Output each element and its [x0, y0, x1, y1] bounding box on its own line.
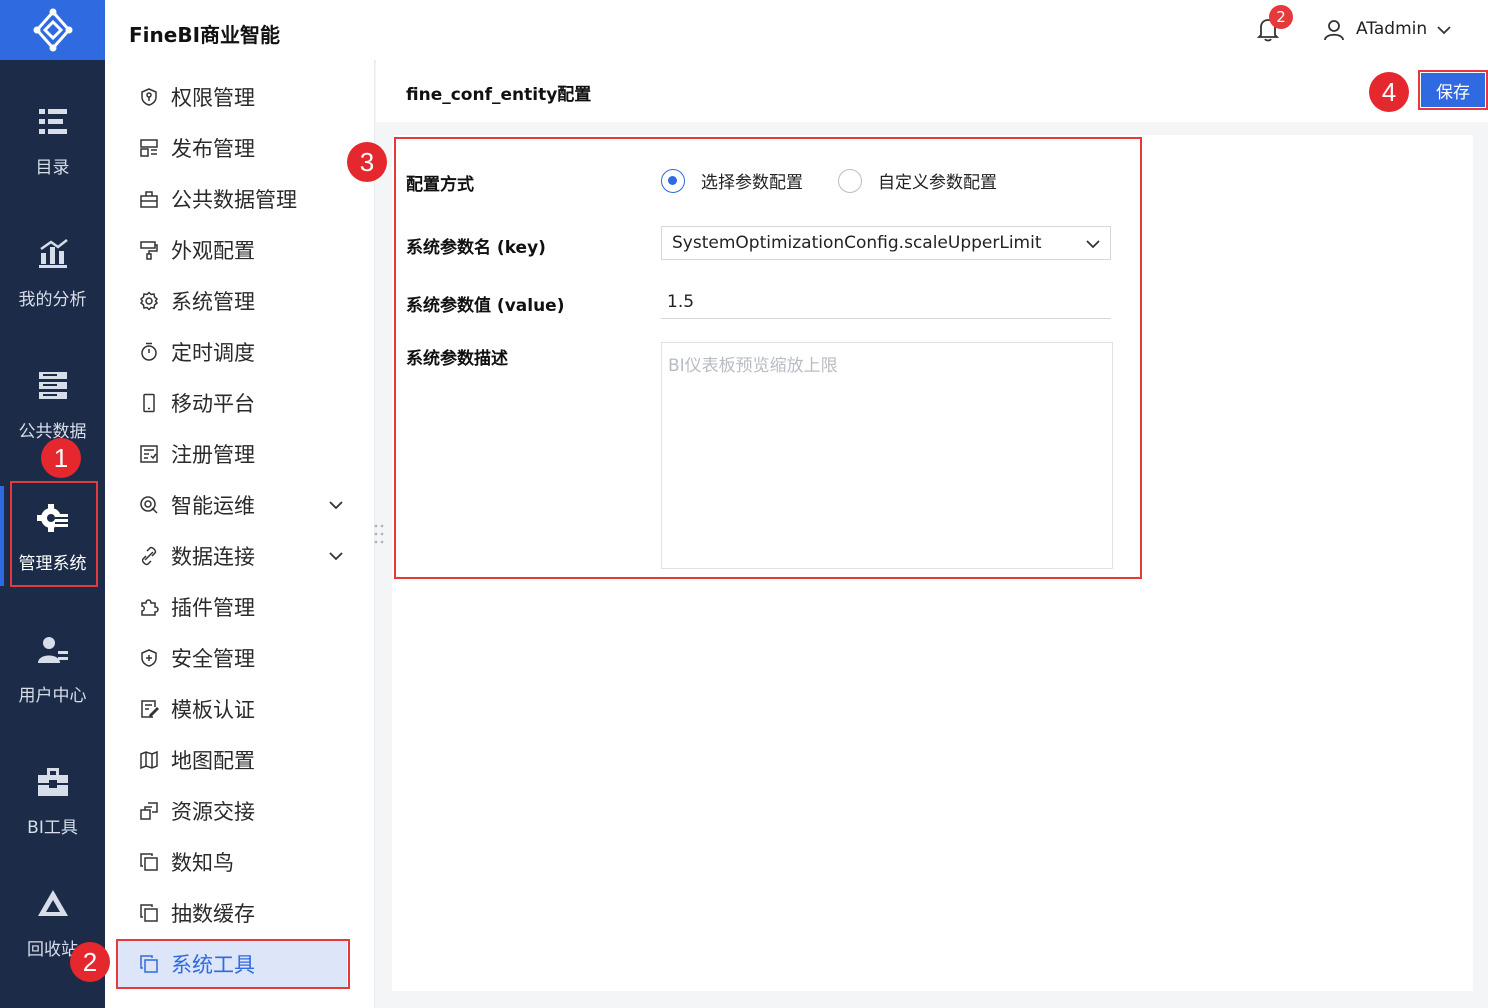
paint-roller-icon	[140, 241, 158, 260]
toolbox-icon	[37, 767, 68, 796]
menu-item-resource-handover[interactable]: 资源交接	[117, 788, 347, 834]
menu-item-label: 发布管理	[171, 137, 255, 161]
ops-icon	[140, 496, 158, 514]
rail-label: 公共数据	[18, 421, 87, 442]
menu-item-public-data-manage[interactable]: 公共数据管理	[117, 176, 347, 222]
user-icon[interactable]	[1323, 18, 1345, 42]
menu-item-label: 安全管理	[171, 647, 255, 671]
catalog-icon	[38, 108, 67, 134]
user-center-icon	[37, 636, 68, 663]
menu-item-publish[interactable]: 发布管理	[117, 125, 347, 171]
chevron-down-icon[interactable]	[1435, 22, 1453, 38]
page-title: fine_conf_entity配置	[406, 85, 592, 105]
public-data-manage-icon	[140, 191, 158, 208]
menu-item-label: 权限管理	[171, 86, 255, 110]
menu-item-label: 数知鸟	[171, 851, 234, 875]
menu-item-mobile[interactable]: 移动平台	[117, 380, 347, 426]
menu-item-shuzhiniao[interactable]: 数知鸟	[117, 839, 347, 885]
menu-item-label: 公共数据管理	[171, 188, 297, 212]
rail-label: BI工具	[27, 817, 78, 838]
menu-item-smart-ops[interactable]: 智能运维	[117, 482, 347, 528]
menu-item-appearance[interactable]: 外观配置	[117, 227, 347, 273]
menu-item-label: 资源交接	[171, 800, 255, 824]
register-icon	[140, 445, 158, 463]
menu-item-data-connection[interactable]: 数据连接	[117, 533, 347, 579]
publish-icon	[140, 139, 158, 157]
rail-item-analysis[interactable]: 我的分析	[0, 218, 105, 328]
resize-handle[interactable]	[372, 522, 386, 546]
menu-item-system-manage[interactable]: 系统管理	[117, 278, 347, 324]
menu-item-plugin[interactable]: 插件管理	[117, 584, 347, 630]
menu-item-label: 插件管理	[171, 596, 255, 620]
timer-icon	[141, 342, 157, 361]
mobile-icon	[143, 393, 155, 413]
menu-item-label: 外观配置	[171, 239, 255, 263]
step-marker-2: 2	[70, 942, 110, 982]
analysis-chart-icon	[38, 238, 68, 268]
menu-item-security[interactable]: 安全管理	[117, 635, 347, 681]
menu-item-label: 移动平台	[171, 392, 255, 416]
shield-key-icon	[141, 88, 157, 106]
chevron-down-icon[interactable]	[327, 496, 345, 514]
highlight-box-1	[10, 481, 98, 587]
step-marker-1: 1	[41, 438, 81, 478]
fine-logo[interactable]	[0, 0, 105, 60]
rail-item-catalog[interactable]: 目录	[0, 86, 105, 196]
notification-badge: 2	[1269, 5, 1293, 29]
menu-item-label: 注册管理	[171, 443, 255, 467]
menu-item-template-cert[interactable]: 模板认证	[117, 686, 347, 732]
step-marker-3: 3	[347, 142, 387, 182]
menu-item-label: 模板认证	[171, 698, 255, 722]
system-menu: 权限管理 发布管理 公共数据管理 外观配置 系统管理 定时调度 移动平台 注册管…	[105, 60, 375, 1008]
resource-icon	[140, 802, 158, 820]
highlight-box-2	[116, 939, 350, 989]
link-icon	[141, 546, 157, 566]
menu-item-extract-cache[interactable]: 抽数缓存	[117, 890, 347, 936]
map-icon	[140, 750, 158, 770]
top-header: FineBI商业智能 2 ATadmin	[105, 0, 1488, 60]
highlight-box-3	[394, 137, 1142, 579]
menu-item-label: 地图配置	[171, 749, 255, 773]
menu-item-permission[interactable]: 权限管理	[117, 74, 347, 120]
security-icon	[141, 649, 157, 667]
menu-item-label: 系统管理	[171, 290, 255, 314]
rail-item-bi-tools[interactable]: BI工具	[0, 746, 105, 856]
rail-label: 用户中心	[18, 685, 87, 706]
chevron-down-icon[interactable]	[327, 547, 345, 565]
menu-item-schedule[interactable]: 定时调度	[117, 329, 347, 375]
rail-label: 我的分析	[18, 289, 87, 310]
user-name[interactable]: ATadmin	[1356, 19, 1427, 39]
highlight-box-4	[1418, 70, 1488, 110]
menu-item-map-config[interactable]: 地图配置	[117, 737, 347, 783]
app-title: FineBI商业智能	[129, 23, 281, 47]
menu-item-label: 数据连接	[171, 545, 255, 569]
recycle-icon	[37, 889, 68, 916]
template-cert-icon	[141, 700, 159, 718]
copy-icon	[140, 853, 158, 871]
page-header: fine_conf_entity配置 保存	[376, 60, 1488, 122]
logo-icon	[33, 8, 72, 52]
menu-item-label: 抽数缓存	[171, 902, 255, 926]
menu-item-label: 智能运维	[171, 494, 255, 518]
step-marker-4: 4	[1369, 72, 1409, 112]
gear-icon	[139, 291, 159, 311]
menu-item-register[interactable]: 注册管理	[117, 431, 347, 477]
rail-item-user-center[interactable]: 用户中心	[0, 614, 105, 724]
copy-icon	[140, 904, 158, 922]
rail-label: 目录	[35, 157, 70, 178]
plugin-icon	[141, 599, 159, 616]
menu-item-label: 定时调度	[171, 341, 255, 365]
public-data-icon	[38, 371, 67, 399]
